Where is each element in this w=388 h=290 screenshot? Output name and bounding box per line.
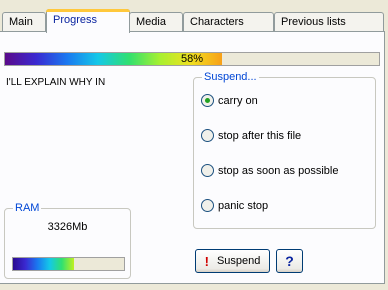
radio-button-icon[interactable] [201,129,214,142]
tab-previous-lists[interactable]: Previous lists [274,12,384,32]
status-message: I'LL EXPLAIN WHY IN [6,77,106,88]
suspend-button[interactable]: ! Suspend [195,249,270,273]
radio-label: panic stop [218,199,269,212]
radio-stop-after-this-file[interactable]: stop after this file [201,129,301,142]
radio-carry-on[interactable]: carry on [201,94,258,107]
tab-media[interactable]: Media [129,12,183,32]
radio-label: stop after this file [218,129,302,142]
exclamation-icon: ! [204,253,209,269]
progress-panel: 58% I'LL EXPLAIN WHY IN Suspend... carry… [0,31,385,284]
radio-button-icon[interactable] [201,199,214,212]
radio-button-icon[interactable] [201,164,214,177]
radio-panic-stop[interactable]: panic stop [201,199,268,212]
tab-main[interactable]: Main [2,12,46,32]
tab-characters[interactable]: Characters [183,12,274,32]
help-button[interactable]: ? [276,249,303,273]
radio-label: carry on [218,94,258,107]
tab-progress[interactable]: Progress [46,9,130,33]
question-mark-icon: ? [285,253,294,269]
progress-window: Main Progress Media Characters Previous … [0,0,388,290]
ram-usage-bar [12,257,125,271]
ram-value: 3326Mb [47,221,88,233]
suspend-button-label: Suspend [216,255,261,267]
ram-group: RAM 3326Mb [4,202,131,279]
radio-button-icon[interactable] [201,94,214,107]
suspend-group: Suspend... carry on stop after this file… [193,71,376,229]
radio-label: stop as soon as possible [218,164,339,177]
progress-percent-label: 58% [180,53,204,65]
radio-stop-asap[interactable]: stop as soon as possible [201,164,338,177]
ram-group-legend: RAM [13,202,42,215]
overall-progress-bar: 58% [4,52,380,66]
suspend-group-legend: Suspend... [202,71,259,84]
ram-usage-fill [13,258,75,270]
